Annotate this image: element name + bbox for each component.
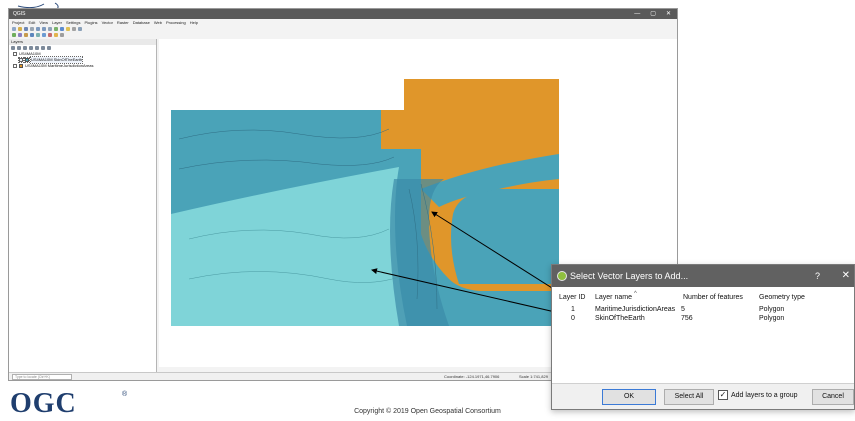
maximize-button[interactable]: ▢ [650,9,656,19]
new-project-icon[interactable] [12,27,16,31]
menu-web[interactable]: Web [154,19,162,26]
window-titlebar: QGIS — ▢ ✕ [9,9,677,19]
qgis-logo-icon [557,271,567,281]
layers-panel: Layers US4MA10M US4MA10M SkinOfTheEarth … [9,39,157,375]
save-project-icon[interactable] [24,27,28,31]
menu-vector[interactable]: Vector [102,19,113,26]
cancel-button[interactable]: Cancel [812,389,854,405]
minimize-button[interactable]: — [634,9,640,19]
toolbar-layers [9,32,677,38]
copyright-text: Copyright © 2019 Open Geospatial Consort… [354,408,501,415]
menu-view[interactable]: View [39,19,48,26]
filter-legend-icon[interactable] [29,46,33,50]
dialog-title: Select Vector Layers to Add... [570,271,689,281]
add-to-group-label: Add layers to a group [731,391,798,399]
open-styling-icon[interactable] [11,46,15,50]
menu-help[interactable]: Help [190,19,198,26]
add-vector-icon[interactable] [12,33,16,37]
open-project-icon[interactable] [18,27,22,31]
registered-mark: ® [122,391,128,398]
menu-edit[interactable]: Edit [28,19,35,26]
layer-checkbox[interactable] [18,57,24,63]
row-2-geometry[interactable]: Polygon [759,315,784,322]
add-to-group-checkbox[interactable]: ✓ [718,390,728,400]
menu-layer[interactable]: Layer [52,19,62,26]
zoom-in-icon[interactable] [36,27,40,31]
menu-database[interactable]: Database [133,19,150,26]
locator-search-input[interactable]: Type to locate (Ctrl+K) [12,374,72,380]
add-wms-icon[interactable] [42,33,46,37]
scale-readout[interactable]: Scale 1:741,829 [519,373,548,380]
dialog-footer: OK Select All ✓ Add layers to a group Ca… [552,383,854,409]
group-checkbox[interactable] [13,52,17,56]
label-icon[interactable] [60,33,64,37]
select-all-button[interactable]: Select All [664,389,714,405]
column-header-name[interactable]: Layer name [595,294,632,301]
help-button[interactable]: ? [815,265,820,287]
row-2-id[interactable]: 0 [571,315,575,322]
window-title: QGIS [13,11,26,17]
zoom-out-icon[interactable] [42,27,46,31]
add-group-icon[interactable] [17,46,21,50]
layer-checkbox[interactable] [13,64,17,68]
menu-plugins[interactable]: Plugins [84,19,97,26]
row-2-name[interactable]: SkinOfTheEarth [595,315,645,322]
collapse-all-icon[interactable] [41,46,45,50]
column-header-features[interactable]: Number of features [683,294,743,301]
pan-icon[interactable] [30,27,34,31]
column-header-geometry[interactable]: Geometry type [759,294,805,301]
ok-button[interactable]: OK [602,389,656,405]
column-header-id[interactable]: Layer ID [559,294,585,301]
menu-bar: Project Edit View Layer Settings Plugins… [9,19,677,26]
ogc-logo: OGC [10,388,77,419]
menu-processing[interactable]: Processing [166,19,186,26]
dialog-titlebar: Select Vector Layers to Add... ? ✕ [552,265,854,287]
menu-raster[interactable]: Raster [117,19,129,26]
remove-layer-icon[interactable] [47,46,51,50]
row-1-features[interactable]: 5 [681,306,685,313]
row-2-features[interactable]: 756 [681,315,693,322]
row-1-name[interactable]: MaritimeJurisdictionAreas [595,306,675,313]
digitize-icon[interactable] [48,33,52,37]
identify-icon[interactable] [60,27,64,31]
refresh-icon[interactable] [54,27,58,31]
row-1-geometry[interactable]: Polygon [759,306,784,313]
row-1-id[interactable]: 1 [571,306,575,313]
add-spatialite-icon[interactable] [36,33,40,37]
menu-settings[interactable]: Settings [66,19,80,26]
menu-project[interactable]: Project [12,19,24,26]
edit-icon[interactable] [54,33,58,37]
layer-color-swatch [19,64,23,68]
measure-icon[interactable] [72,27,76,31]
select-icon[interactable] [66,27,70,31]
expand-all-icon[interactable] [35,46,39,50]
sort-indicator-icon: ^ [634,291,637,297]
zoom-full-icon[interactable] [48,27,52,31]
layer-item-maritimejurisdictionareas[interactable]: US4MA10M MaritimeJurisdictionAreas [9,63,156,69]
layer-color-swatch [24,57,30,63]
attribute-table-icon[interactable] [78,27,82,31]
add-to-group-option[interactable]: ✓ Add layers to a group [718,390,798,400]
select-vector-layers-dialog: Select Vector Layers to Add... ? ✕ Layer… [551,264,855,410]
dialog-close-button[interactable]: ✕ [842,265,850,287]
layers-table: Layer ID Layer name ^ Number of features… [557,291,851,379]
manage-theme-icon[interactable] [23,46,27,50]
layer-label: US4MA10M MaritimeJurisdictionAreas [25,63,94,68]
coordinate-readout: Coordinate: -124.1971,46.7906 [444,374,500,379]
add-raster-icon[interactable] [18,33,22,37]
add-delimited-icon[interactable] [24,33,28,37]
close-button[interactable]: ✕ [666,9,671,19]
add-postgis-icon[interactable] [30,33,34,37]
